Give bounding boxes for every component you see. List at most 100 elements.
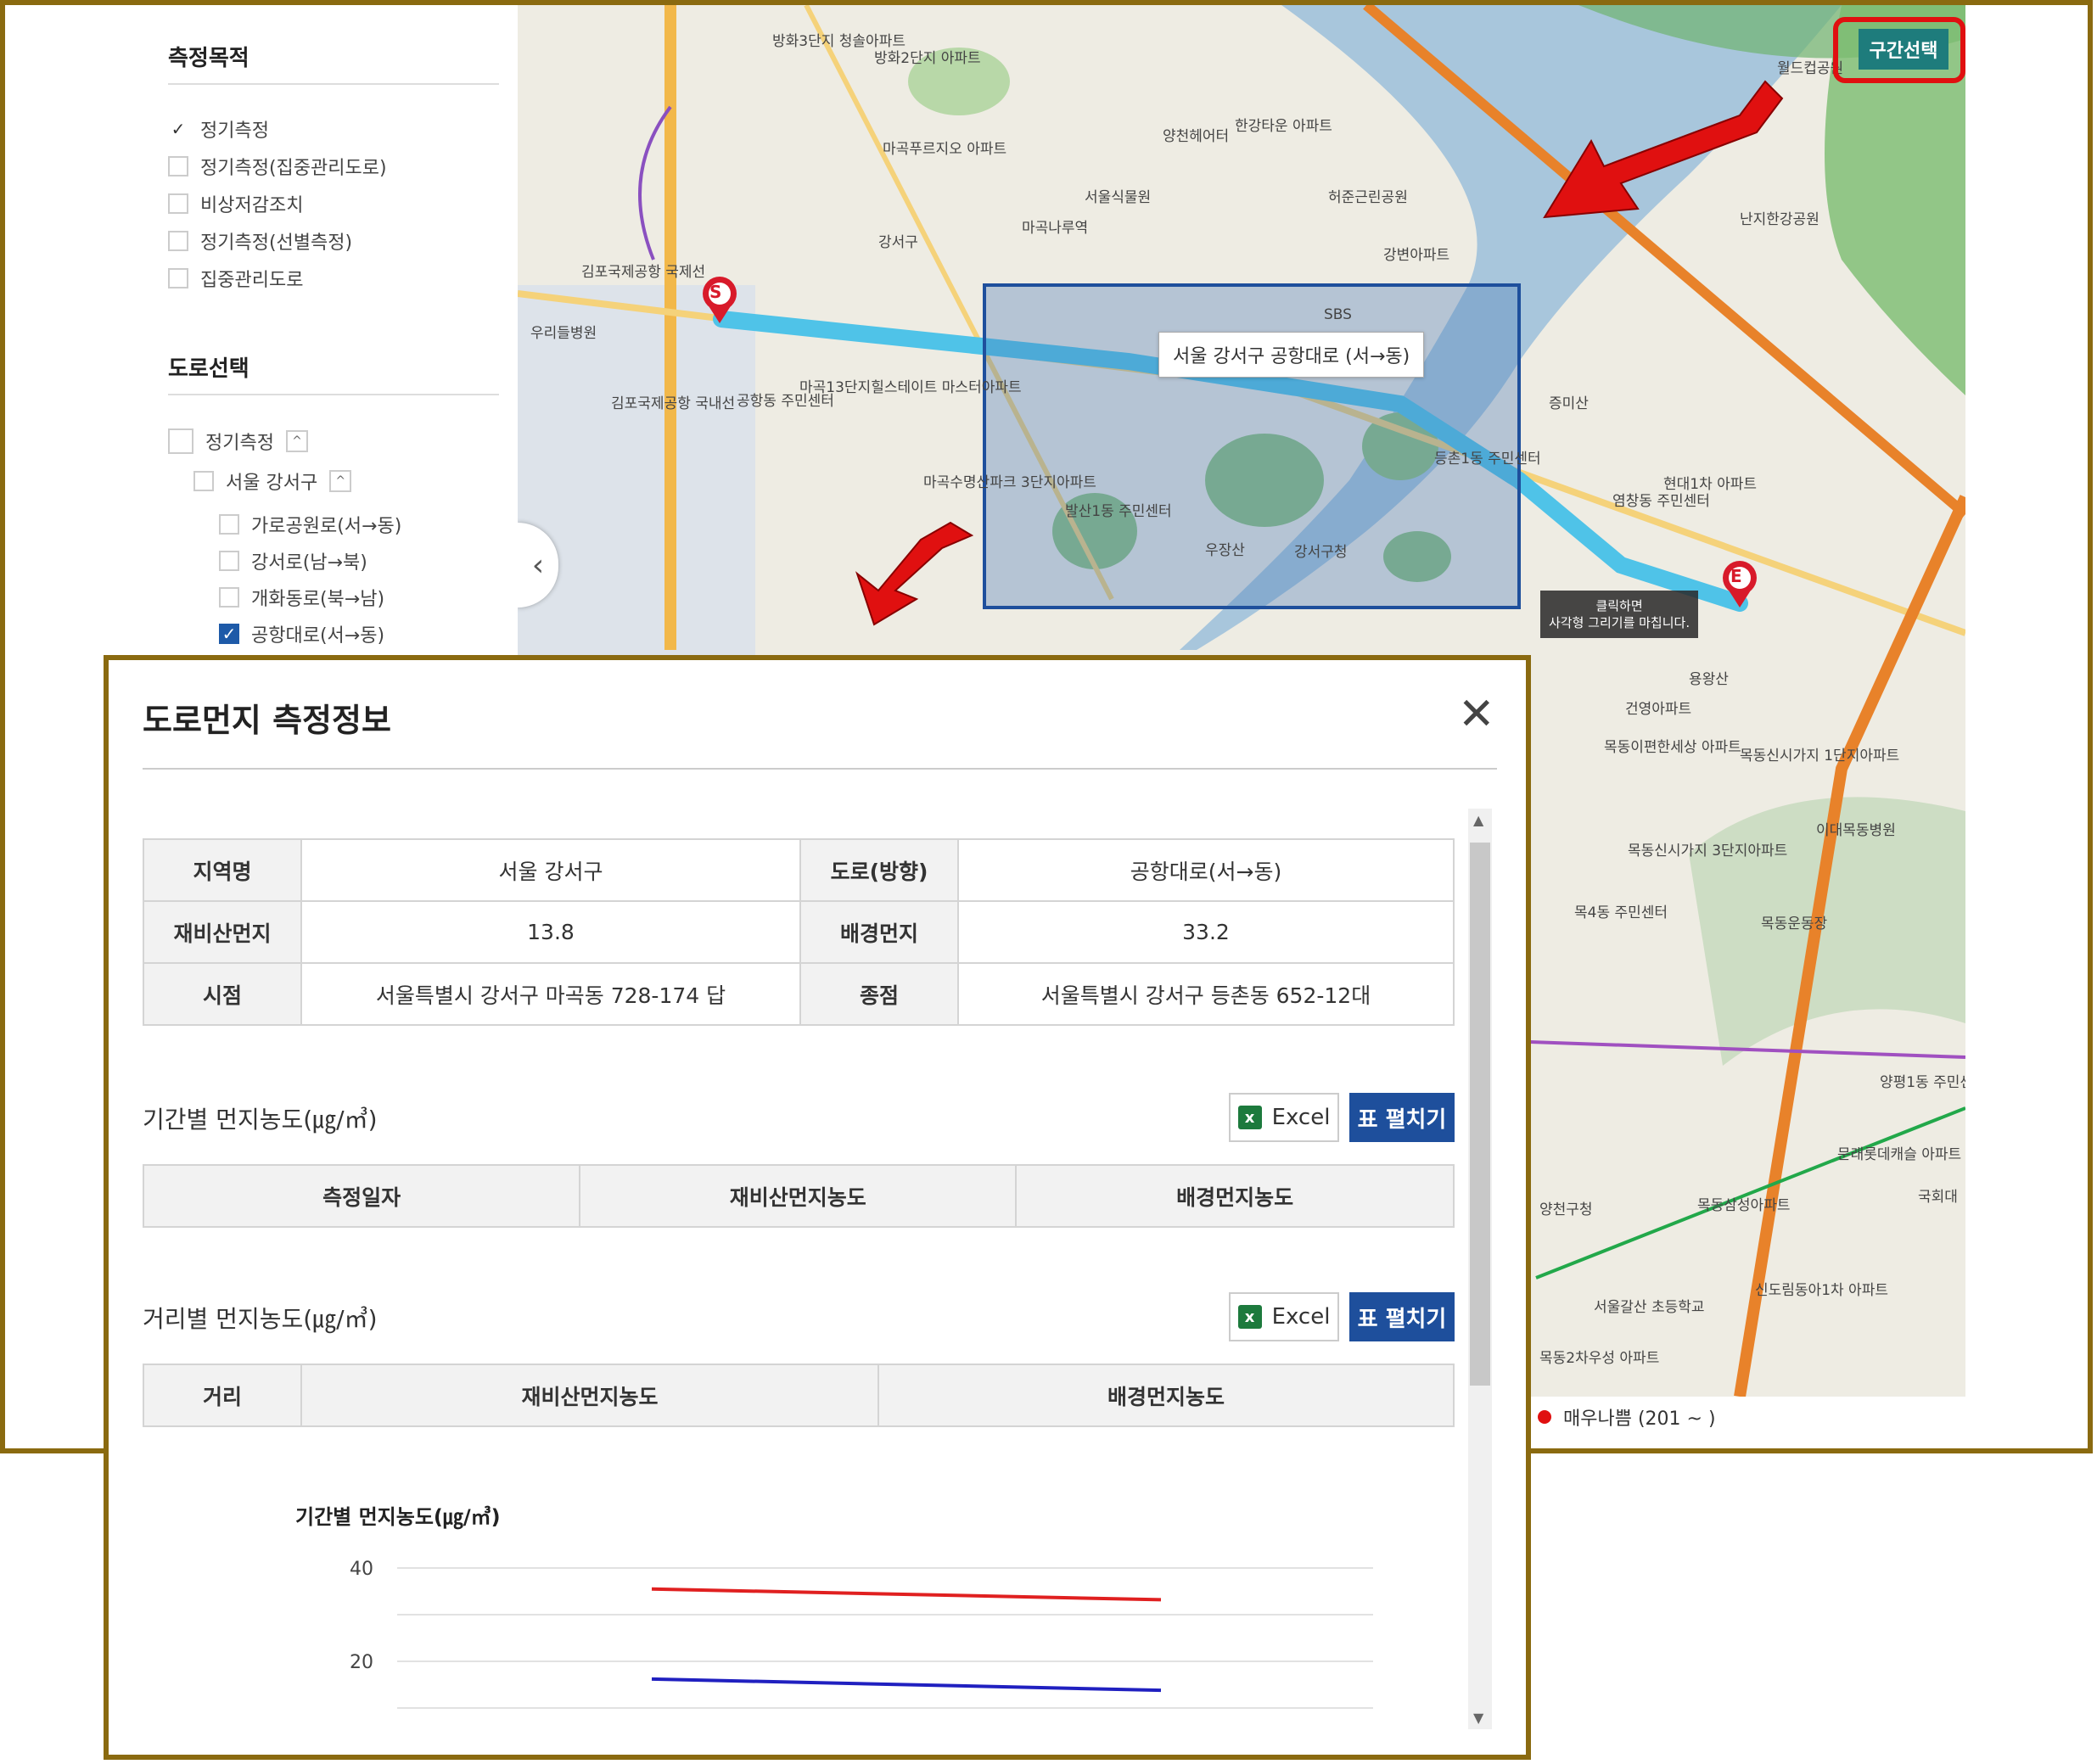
table-header: 측정일자 <box>142 1164 581 1228</box>
checkbox[interactable] <box>219 587 239 608</box>
scrollbar[interactable]: ▲ ▼ <box>1468 809 1492 1729</box>
collapse-up-icon[interactable]: ^ <box>285 430 308 452</box>
map-place-label: 등촌1동 주민센터 <box>1434 451 1541 468</box>
scroll-down-icon[interactable]: ▼ <box>1473 1710 1483 1726</box>
map-place-label: SBS <box>1324 306 1352 323</box>
map-place-label: 강서구 <box>878 234 918 251</box>
distance-spread-table-button[interactable]: 표 펼치기 <box>1349 1292 1455 1341</box>
purpose-item-managed-road[interactable]: 집중관리도로 <box>168 265 303 292</box>
table-header: 재비산먼지농도 <box>579 1164 1018 1228</box>
map-place-label: 허준근린공원 <box>1328 189 1408 206</box>
map-place-label: 목동2차우성 아파트 <box>1539 1350 1660 1367</box>
period-spread-table-button[interactable]: 표 펼치기 <box>1349 1093 1455 1142</box>
table-cell: 33.2 <box>957 900 1455 964</box>
dialog-title: 도로먼지 측정정보 <box>143 702 391 739</box>
checkbox[interactable] <box>168 231 188 251</box>
map-place-label: 목동신시가지 1단지아파트 <box>1740 748 1900 764</box>
period-section-title: 기간별 먼지농도(㎍/㎥) <box>143 1106 378 1134</box>
table-header: 도로(방향) <box>799 838 959 902</box>
road-tree-district[interactable]: 서울 강서구 ^ <box>193 468 352 495</box>
period-table: 측정일자 재비산먼지농도 배경먼지농도 <box>142 1164 1455 1228</box>
map-place-label: 강변아파트 <box>1383 247 1450 264</box>
road-item-selected[interactable]: ✓ 공항대로(서→동) <box>219 620 384 647</box>
scroll-thumb[interactable] <box>1470 843 1490 1386</box>
checkbox[interactable] <box>193 471 214 491</box>
map-place-label: 우리들병원 <box>530 325 597 342</box>
table-row: 측정일자 재비산먼지농도 배경먼지농도 <box>142 1164 1455 1228</box>
chevron-left-icon: ‹ <box>531 547 545 583</box>
table-header: 시점 <box>143 962 302 1026</box>
divider <box>143 768 1497 770</box>
map-place-label: 마곡푸르지오 아파트 <box>883 141 1007 158</box>
map-place-label: 목4동 주민센터 <box>1574 904 1668 921</box>
series-line-1 <box>651 1677 1162 1693</box>
dust-info-dialog: 도로먼지 측정정보 ✕ 지역명 서울 강서구 도로(방향) 공항대로(서→동) … <box>104 655 1531 1760</box>
collapse-up-icon[interactable]: ^ <box>329 470 352 492</box>
purpose-item-intensive[interactable]: 정기측정(집중관리도로) <box>168 153 387 180</box>
table-row: 재비산먼지 13.8 배경먼지 33.2 <box>143 900 1455 964</box>
road-tree-regular[interactable]: 정기측정 ^ <box>168 428 308 455</box>
road-item[interactable]: 개화동로(북→남) <box>219 584 384 611</box>
scroll-up-icon[interactable]: ▲ <box>1473 812 1483 828</box>
table-cell: 서울특별시 강서구 마곡동 728-174 답 <box>300 962 801 1026</box>
map-place-label: 서울갈산 초등학교 <box>1594 1299 1705 1316</box>
end-marker-label: E <box>1730 566 1742 586</box>
table-row: 시점 서울특별시 강서구 마곡동 728-174 답 종점 서울특별시 강서구 … <box>143 962 1455 1026</box>
table-cell: 공항대로(서→동) <box>957 838 1455 902</box>
map-place-label: 난지한강공원 <box>1740 211 1819 228</box>
divider <box>168 394 499 395</box>
purpose-item-selective[interactable]: 정기측정(선별측정) <box>168 227 352 255</box>
line-chart: 2040 <box>350 1559 1373 1709</box>
check-icon[interactable]: ✓ <box>168 119 188 139</box>
road-title: 도로선택 <box>168 356 250 382</box>
distance-excel-button[interactable]: x Excel <box>1229 1292 1339 1341</box>
checkbox[interactable] <box>168 156 188 176</box>
distance-section-title: 거리별 먼지농도(㎍/㎥) <box>143 1305 378 1333</box>
period-excel-button[interactable]: x Excel <box>1229 1093 1339 1142</box>
info-table: 지역명 서울 강서구 도로(방향) 공항대로(서→동) 재비산먼지 13.8 배… <box>143 838 1455 1026</box>
check-icon[interactable]: ✓ <box>219 624 239 644</box>
y-tick-label: 40 <box>350 1559 373 1580</box>
excel-icon: x <box>1237 1106 1262 1129</box>
close-icon[interactable]: ✕ <box>1458 692 1495 736</box>
map-place-label: 신도림동아1차 아파트 <box>1755 1282 1888 1299</box>
distance-table: 거리 재비산먼지농도 배경먼지농도 <box>143 1364 1455 1427</box>
purpose-item-regular[interactable]: ✓ 정기측정 <box>168 115 269 143</box>
map-place-label: 목동신시가지 3단지아파트 <box>1628 843 1788 860</box>
map-place-label: 용왕산 <box>1689 671 1729 688</box>
table-cell: 13.8 <box>300 900 801 964</box>
arrow-icon <box>855 521 974 626</box>
checkbox[interactable] <box>219 551 239 571</box>
map-place-label: 목동삼성아파트 <box>1697 1197 1791 1214</box>
map-place-label: 마곡나루역 <box>1022 220 1089 237</box>
checkbox[interactable] <box>168 428 193 454</box>
map-place-label: 국회대 <box>1918 1189 1958 1206</box>
map-place-label: 목동이편한세상 아파트 <box>1604 739 1741 756</box>
purpose-title: 측정목적 <box>168 46 250 71</box>
map-place-label: 이대목동병원 <box>1816 822 1896 839</box>
checkbox[interactable] <box>168 193 188 214</box>
divider <box>168 83 499 85</box>
table-header: 배경먼지농도 <box>1015 1164 1455 1228</box>
checkbox[interactable] <box>168 268 188 288</box>
purpose-item-emergency[interactable]: 비상저감조치 <box>168 190 303 217</box>
map-place-label: 건영아파트 <box>1625 701 1692 718</box>
route-tooltip: 서울 강서구 공항대로 (서→동) <box>1158 332 1425 378</box>
table-header: 배경먼지농도 <box>877 1364 1455 1427</box>
road-item[interactable]: 강서로(남→북) <box>219 547 367 574</box>
section-select-button[interactable]: 구간선택 <box>1859 29 1948 70</box>
table-header: 거리 <box>143 1364 302 1427</box>
map-place-label: 김포국제공항 국내선 <box>611 395 736 412</box>
road-item[interactable]: 가로공원로(서→동) <box>219 511 401 538</box>
series-line-0 <box>651 1587 1162 1602</box>
map-place-label: 발산1동 주민센터 <box>1065 503 1172 520</box>
table-header: 종점 <box>799 962 959 1026</box>
map-place-label: 목동운동장 <box>1761 916 1828 932</box>
map-place-label: 증미산 <box>1549 395 1589 412</box>
excel-icon: x <box>1237 1305 1262 1329</box>
table-cell: 서울특별시 강서구 등촌동 652-12대 <box>957 962 1455 1026</box>
map-place-label: 김포국제공항 국제선 <box>581 264 706 281</box>
map-place-label: 우장산 <box>1205 542 1245 559</box>
map-place-label: 방화2단지 아파트 <box>874 50 981 67</box>
checkbox[interactable] <box>219 514 239 535</box>
